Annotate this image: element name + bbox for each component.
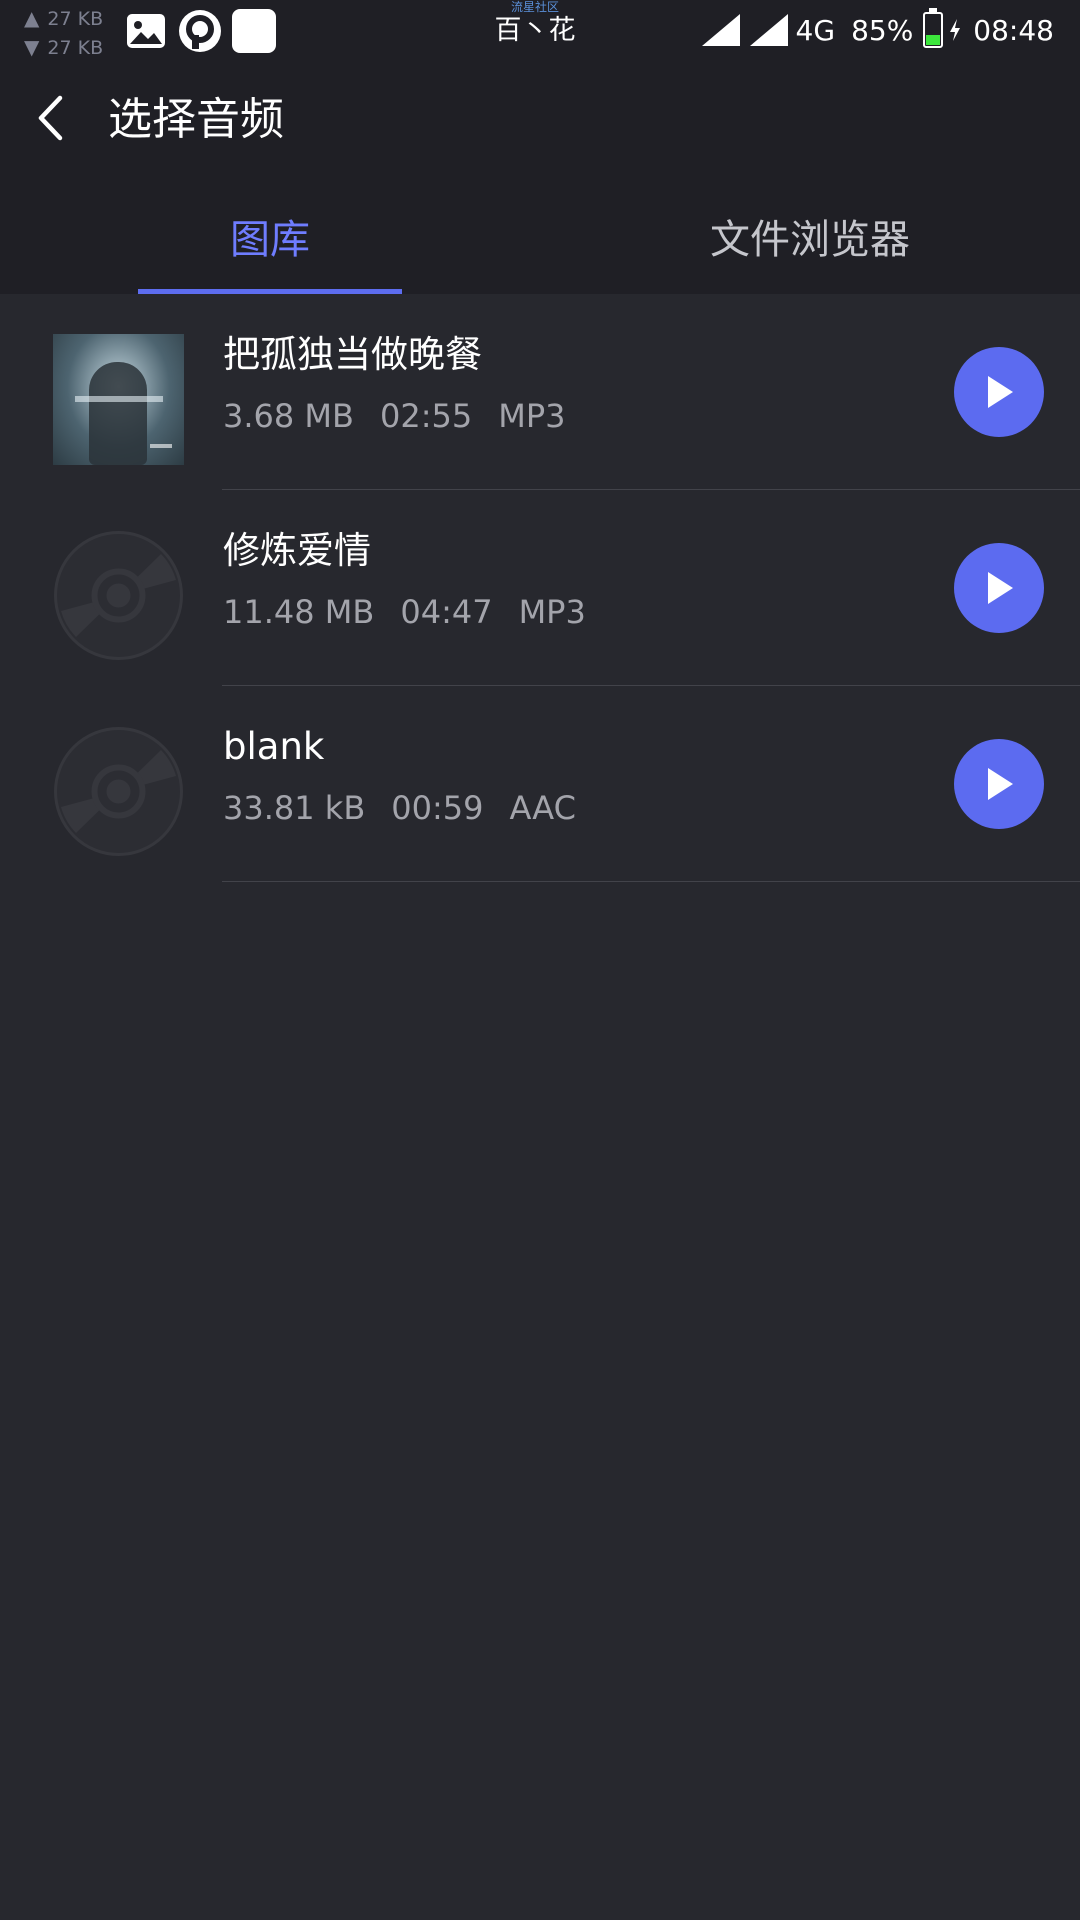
network-speed: ▲ 27 KB ▼ 27 KB — [24, 4, 103, 62]
top-area: ▲ 27 KB ▼ 27 KB 流星社区 百丶花 4G 85% 08:48 选择… — [0, 0, 1080, 294]
app-notification-icon — [178, 9, 222, 53]
song-format: MP3 — [498, 397, 566, 435]
status-right: 4G 85% 08:48 — [700, 8, 1054, 48]
song-duration: 04:47 — [400, 593, 493, 631]
carrier-small-label: 流星社区 — [510, 0, 559, 14]
header: 选择音频 — [0, 64, 1080, 178]
play-icon — [988, 572, 1013, 604]
song-format: MP3 — [518, 593, 586, 631]
tab-bar: 图库 文件浏览器 — [0, 178, 1080, 294]
song-format: AAC — [509, 789, 576, 827]
song-meta: 3.68 MB 02:55 MP3 — [223, 394, 565, 438]
song-duration: 02:55 — [379, 397, 473, 435]
tab-file-browser[interactable]: 文件浏览器 — [540, 178, 1080, 294]
download-speed: 27 KB — [47, 37, 104, 59]
notification-icons — [124, 9, 276, 53]
charging-icon — [950, 19, 961, 41]
list-item[interactable]: 把孤独当做晚餐 3.68 MB 02:55 MP3 — [0, 294, 1080, 490]
song-size: 3.68 MB — [223, 397, 354, 435]
battery-icon — [923, 8, 944, 48]
play-icon — [988, 376, 1013, 408]
battery-percent: 85% — [851, 13, 914, 47]
tab-gallery[interactable]: 图库 — [0, 178, 540, 294]
signal-icon-2 — [749, 14, 788, 46]
album-cover — [53, 334, 184, 465]
blank-notification-icon — [232, 9, 276, 53]
download-arrow-icon: ▼ — [24, 35, 40, 59]
audio-list: 把孤独当做晚餐 3.68 MB 02:55 MP3 修炼爱情 11.48 MB … — [0, 294, 1080, 882]
tab-file-browser-label: 文件浏览器 — [710, 217, 910, 263]
network-type: 4G — [795, 13, 836, 47]
status-bar: ▲ 27 KB ▼ 27 KB 流星社区 百丶花 4G 85% 08:48 — [0, 0, 1080, 64]
song-size: 33.81 kB — [223, 789, 366, 827]
song-title: blank — [223, 725, 325, 768]
clock: 08:48 — [973, 13, 1054, 47]
back-icon[interactable] — [28, 88, 72, 148]
divider — [222, 881, 1080, 882]
tab-gallery-label: 图库 — [230, 217, 310, 263]
carrier: 流星社区 百丶花 — [450, 0, 620, 48]
list-item[interactable]: blank 33.81 kB 00:59 AAC — [0, 686, 1080, 882]
upload-arrow-icon: ▲ — [24, 6, 40, 30]
play-button[interactable] — [954, 739, 1044, 829]
disc-icon — [53, 726, 184, 857]
upload-speed: 27 KB — [47, 8, 104, 30]
song-meta: 11.48 MB 04:47 MP3 — [223, 590, 586, 634]
song-duration: 00:59 — [391, 789, 484, 827]
song-title: 修炼爱情 — [223, 529, 371, 572]
play-button[interactable] — [954, 347, 1044, 437]
disc-icon — [53, 530, 184, 661]
signal-icon — [701, 14, 740, 46]
play-button[interactable] — [954, 543, 1044, 633]
page-title: 选择音频 — [108, 94, 284, 145]
carrier-name: 百丶花 — [494, 15, 576, 46]
list-item[interactable]: 修炼爱情 11.48 MB 04:47 MP3 — [0, 490, 1080, 686]
play-icon — [988, 768, 1013, 800]
song-meta: 33.81 kB 00:59 AAC — [223, 786, 576, 830]
song-title: 把孤独当做晚餐 — [223, 333, 482, 376]
song-size: 11.48 MB — [223, 593, 375, 631]
gallery-notification-icon — [124, 9, 168, 53]
